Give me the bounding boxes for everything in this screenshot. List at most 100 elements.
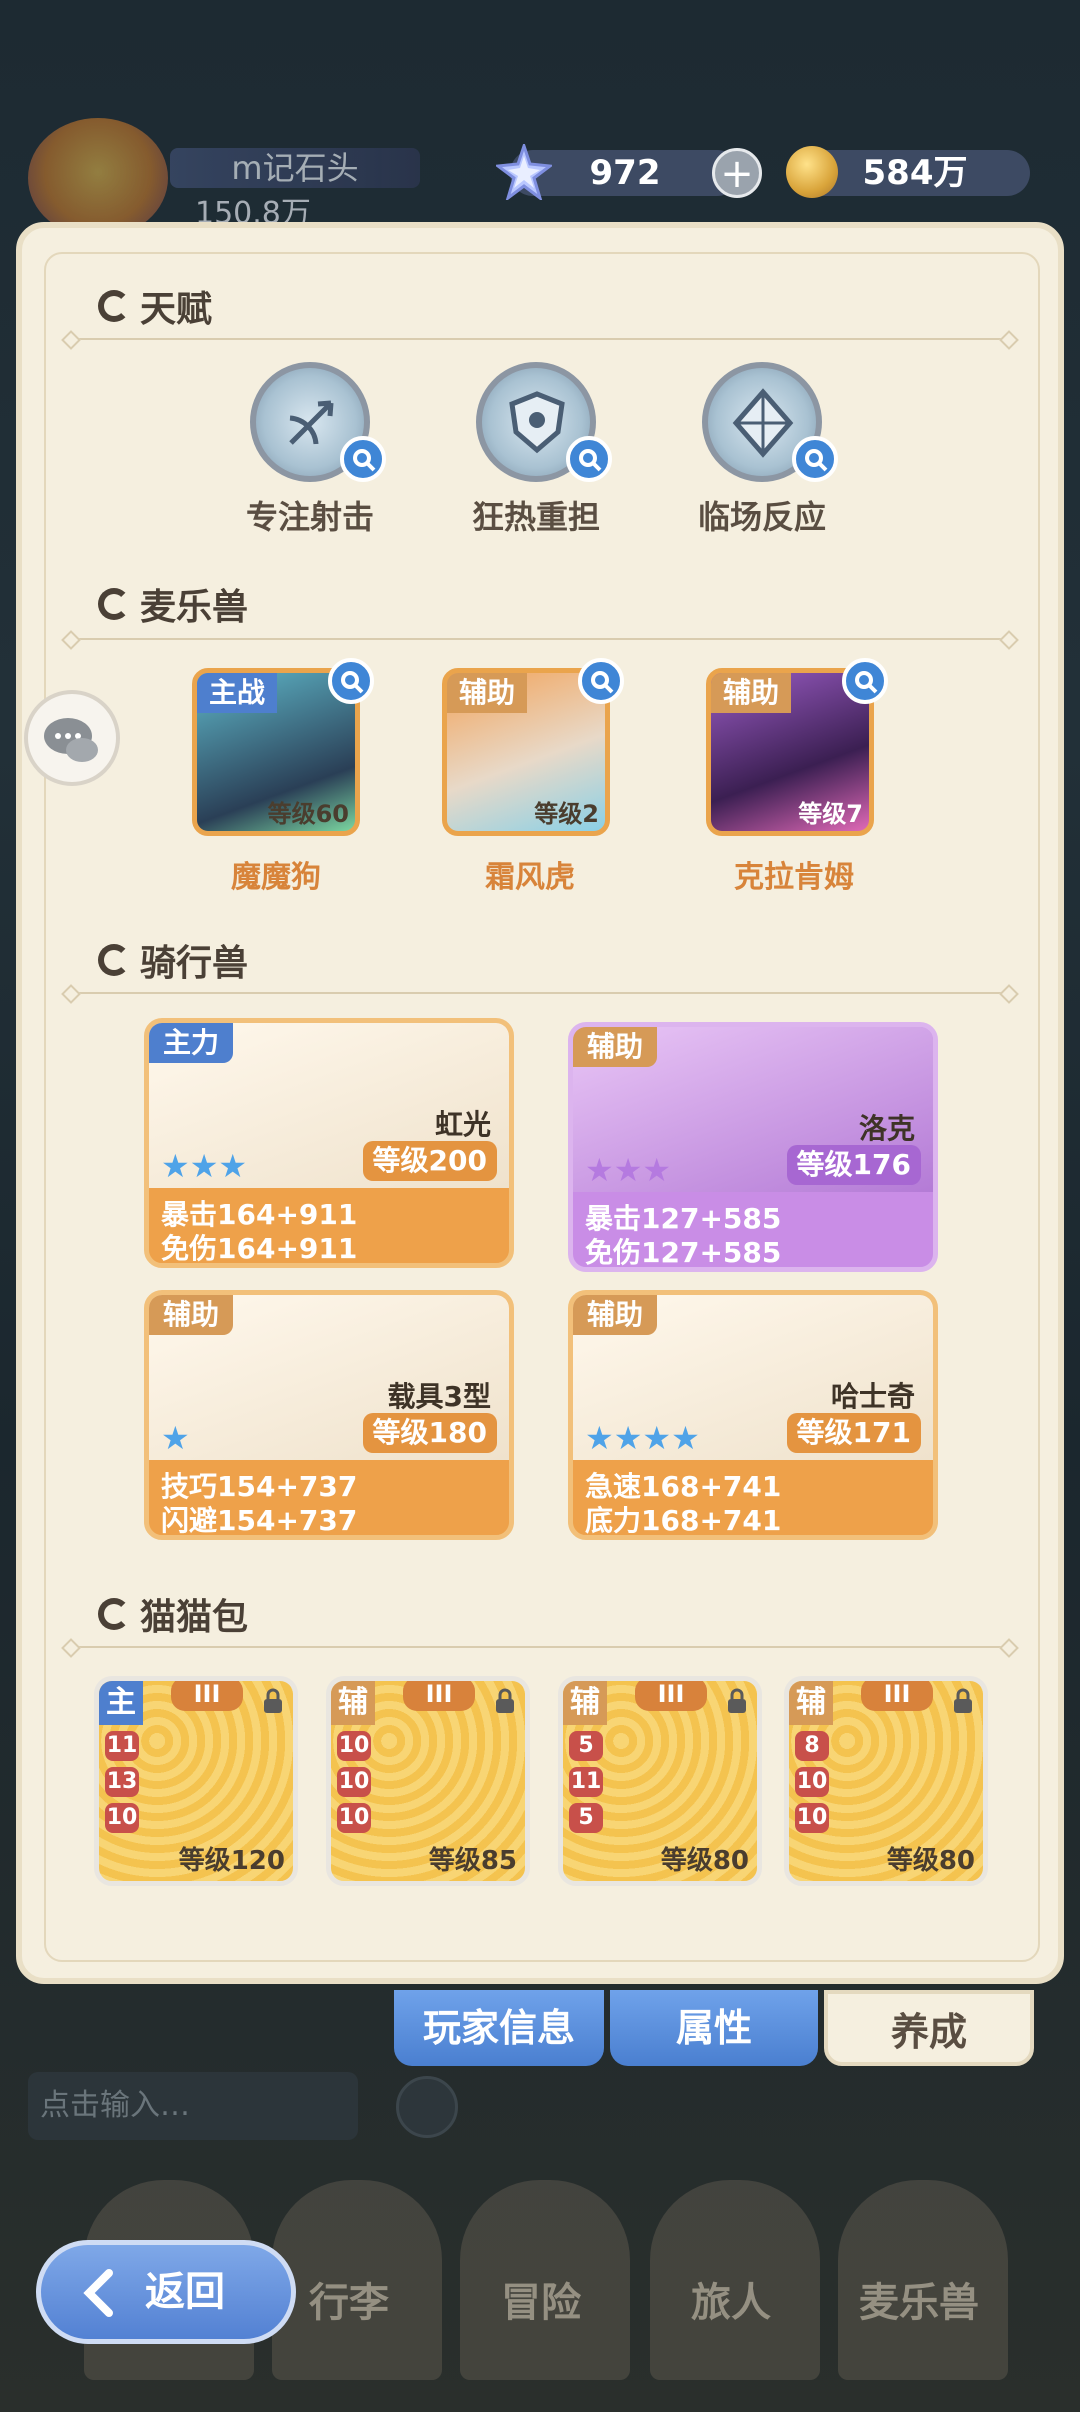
- catpack-grade: III: [861, 1681, 933, 1711]
- tab-cultivation[interactable]: 养成: [824, 1990, 1034, 2066]
- catpack-stat: 5: [569, 1731, 603, 1761]
- mount-card[interactable]: 辅助 载具3型 等级180 ★ 技巧154+737 闪避154+737: [144, 1290, 514, 1540]
- pet-role-tag: 辅助: [447, 673, 528, 713]
- back-button[interactable]: 返回: [36, 2240, 296, 2344]
- gem-count: 972: [589, 153, 661, 193]
- magnifier-icon[interactable]: [842, 658, 888, 704]
- nav-label-pets: 麦乐兽: [859, 2280, 979, 2326]
- talent-label: 狂热重担: [471, 498, 600, 536]
- catpack-stat: 10: [795, 1803, 829, 1833]
- divider: [70, 638, 1010, 640]
- star-icons: ★★★: [161, 1147, 248, 1185]
- mount-name: 洛克: [858, 1112, 915, 1145]
- mount-level: 等级176: [786, 1145, 921, 1185]
- chat-bubble-button[interactable]: [24, 690, 120, 786]
- lock-icon: [728, 1688, 746, 1713]
- mount-card[interactable]: 辅助 洛克 等级176 ★★★ 暴击127+585 免伤127+585: [568, 1022, 938, 1272]
- catpack-grade: III: [635, 1681, 707, 1711]
- section-title-pets: 麦乐兽: [140, 587, 249, 628]
- catpack-stat: 11: [105, 1731, 139, 1761]
- talent-label: 临场反应: [697, 498, 826, 536]
- nav-label-adventure: 冒险: [501, 2280, 581, 2326]
- catpack-stats: 5 11 5: [569, 1731, 605, 1839]
- mount-stat: 闪避154+737: [161, 1504, 358, 1537]
- mount-stat: 免伤164+911: [161, 1232, 358, 1265]
- gold-count: 584万: [862, 153, 968, 193]
- player-avatar[interactable]: [28, 118, 168, 238]
- emoji-icon[interactable]: [396, 2076, 458, 2138]
- magnifier-icon[interactable]: [340, 436, 386, 482]
- catpack-stat: 8: [795, 1731, 829, 1761]
- catpack-stats: 11 13 10: [105, 1731, 141, 1839]
- mount-name: 哈士奇: [830, 1380, 915, 1413]
- mount-name: 载具3型: [387, 1380, 491, 1413]
- pet-role-tag: 主战: [197, 673, 278, 713]
- catpack-stat: 10: [337, 1731, 371, 1761]
- pet-level: 等级60: [267, 800, 349, 828]
- chat-input[interactable]: 点击输入…: [28, 2072, 358, 2140]
- catpack-role-tag: 辅: [563, 1681, 607, 1725]
- catpack-card[interactable]: 主 III 11 13 10 等级120: [94, 1676, 298, 1886]
- gold-coin-icon: [786, 146, 838, 198]
- add-gems-button[interactable]: +: [712, 148, 762, 198]
- pet-name: 克拉肯姆: [734, 860, 854, 895]
- mount-role-tag: 主力: [149, 1023, 234, 1063]
- back-arrow-icon: [83, 2269, 113, 2317]
- mount-stat: 底力168+741: [585, 1504, 782, 1537]
- catpack-grade: III: [403, 1681, 475, 1711]
- mount-name: 虹光: [434, 1108, 491, 1141]
- nav-label-traveler: 旅人: [691, 2280, 771, 2326]
- mount-card[interactable]: 主力 虹光 等级200 ★★★ 暴击164+911 免伤164+911: [144, 1018, 514, 1268]
- magnifier-icon[interactable]: [328, 658, 374, 704]
- catpack-card[interactable]: 辅 III 5 11 5 等级80: [558, 1676, 762, 1886]
- section-moon-icon: [98, 944, 130, 976]
- catpack-stats: 10 10 10: [337, 1731, 373, 1839]
- mount-card[interactable]: 辅助 哈士奇 等级171 ★★★★ 急速168+741 底力168+741: [568, 1290, 938, 1540]
- section-title-mounts: 骑行兽: [140, 943, 249, 984]
- tab-attributes[interactable]: 属性: [610, 1990, 818, 2066]
- star-icons: ★: [161, 1419, 190, 1457]
- tab-player-info[interactable]: 玩家信息: [394, 1990, 604, 2066]
- catpack-role-tag: 辅: [789, 1681, 833, 1725]
- lock-icon: [496, 1688, 514, 1713]
- catpack-stat: 10: [337, 1803, 371, 1833]
- catpack-level: 等级120: [178, 1846, 285, 1876]
- catpack-level: 等级85: [428, 1846, 517, 1876]
- mount-stat: 免伤127+585: [585, 1236, 782, 1269]
- divider: [70, 338, 1010, 340]
- catpack-stat: 10: [105, 1803, 139, 1833]
- section-moon-icon: [98, 290, 130, 322]
- catpack-stats: 8 10 10: [795, 1731, 831, 1839]
- catpack-stat: 13: [105, 1767, 139, 1797]
- section-moon-icon: [98, 588, 130, 620]
- catpack-level: 等级80: [886, 1846, 975, 1876]
- divider: [70, 1646, 1010, 1648]
- catpack-grade: III: [171, 1681, 243, 1711]
- mount-role-tag: 辅助: [149, 1295, 234, 1335]
- star-icons: ★★★: [585, 1151, 672, 1189]
- catpack-card[interactable]: 辅 III 8 10 10 等级80: [784, 1676, 988, 1886]
- catpack-role-tag: 主: [99, 1681, 143, 1725]
- pet-level: 等级2: [534, 800, 599, 828]
- pet-name: 魔魔狗: [231, 860, 321, 895]
- mount-level: 等级180: [362, 1413, 497, 1453]
- magnifier-icon[interactable]: [792, 436, 838, 482]
- divider: [70, 992, 1010, 994]
- catpack-stat: 10: [795, 1767, 829, 1797]
- magnifier-icon[interactable]: [578, 658, 624, 704]
- magnifier-icon[interactable]: [566, 436, 612, 482]
- pet-role-tag: 辅助: [711, 673, 792, 713]
- mount-role-tag: 辅助: [573, 1027, 658, 1067]
- mount-level: 等级200: [362, 1141, 497, 1181]
- section-title-talent: 天赋: [140, 289, 213, 330]
- mount-level: 等级171: [786, 1413, 921, 1453]
- star-icons: ★★★★: [585, 1419, 700, 1457]
- pet-name: 霜风虎: [485, 860, 575, 895]
- pet-level: 等级7: [798, 800, 863, 828]
- catpack-level: 等级80: [660, 1846, 749, 1876]
- crystal-star-icon: [496, 144, 552, 200]
- catpack-stat: 11: [569, 1767, 603, 1797]
- catpack-card[interactable]: 辅 III 10 10 10 等级85: [326, 1676, 530, 1886]
- catpack-stat: 5: [569, 1803, 603, 1833]
- catpack-stat: 10: [337, 1767, 371, 1797]
